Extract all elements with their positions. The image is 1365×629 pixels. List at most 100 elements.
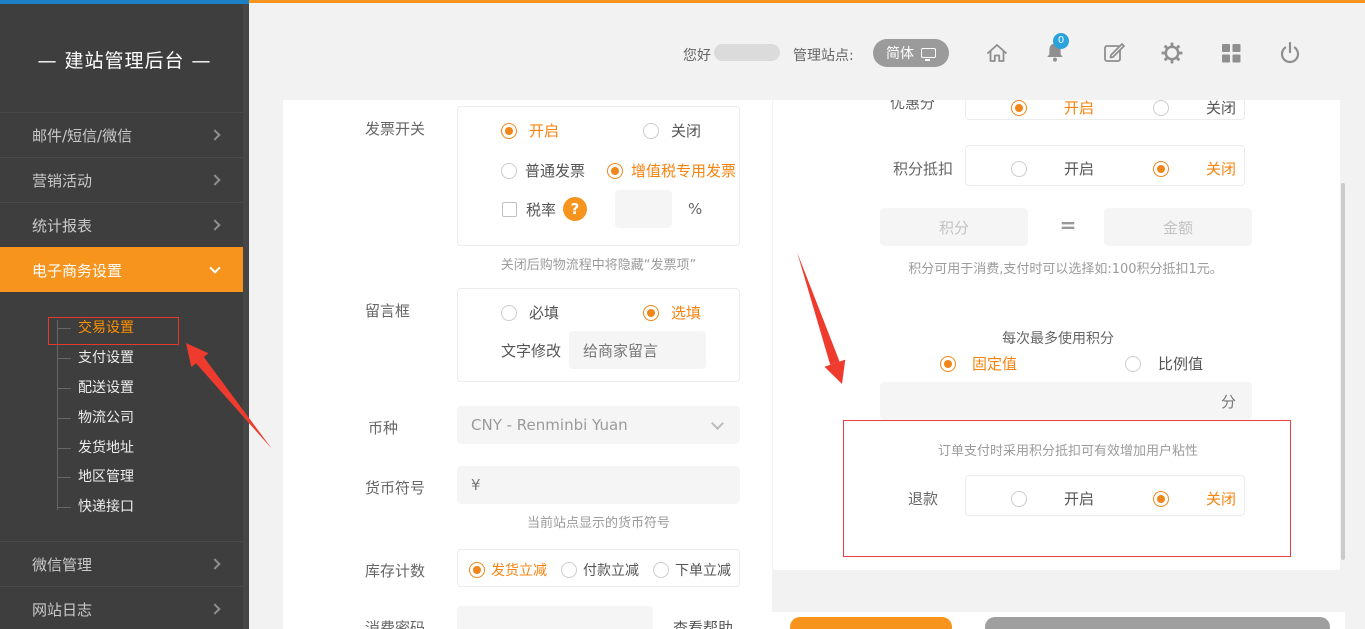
sidebar-item-label: 邮件/短信/微信	[32, 125, 132, 146]
stock-ship-radio[interactable]	[469, 562, 485, 578]
content-scrollbar[interactable]	[1341, 183, 1345, 560]
sidebar-item-mail-sms-wechat[interactable]: 邮件/短信/微信	[0, 112, 249, 157]
promo-option-group: 开启 关闭	[965, 100, 1245, 120]
refund-on-radio[interactable]	[1011, 491, 1027, 507]
username-redacted	[714, 44, 780, 61]
gear-icon[interactable]	[1159, 40, 1185, 66]
sidebar-item-site-logs[interactable]: 网站日志	[0, 586, 249, 629]
sidebar-subitem-region-management[interactable]: 地区管理	[78, 463, 134, 491]
view-help-link[interactable]: 查看帮助	[673, 617, 733, 629]
points-deduct-label: 积分抵扣	[893, 158, 953, 179]
cancel-button[interactable]	[985, 617, 1330, 629]
message-optional-radio[interactable]	[643, 305, 659, 321]
sidebar-title: — 建站管理后台 —	[0, 46, 249, 73]
tax-rate-checkbox[interactable]	[502, 202, 517, 217]
points-deduct-off-label: 关闭	[1206, 158, 1236, 179]
invoice-vat-label: 增值税专用发票	[631, 160, 736, 181]
monitor-icon	[921, 48, 936, 58]
sidebar: — 建站管理后台 — 邮件/短信/微信 营销活动 统计报表 电子商务设置 交易设…	[0, 4, 249, 629]
stock-count-label: 库存计数	[365, 560, 425, 581]
points-deduct-on-radio[interactable]	[1011, 161, 1027, 177]
refund-on-label: 开启	[1064, 488, 1094, 509]
promo-on-label: 开启	[1064, 100, 1094, 118]
chevron-down-icon	[711, 417, 724, 430]
tax-rate-input[interactable]	[615, 190, 672, 228]
chevron-right-icon	[209, 174, 220, 185]
sidebar-item-marketing[interactable]: 营销活动	[0, 157, 249, 202]
power-icon[interactable]	[1277, 40, 1303, 66]
sidebar-item-ecommerce-settings[interactable]: 电子商务设置	[0, 247, 249, 292]
sidebar-item-statistics[interactable]: 统计报表	[0, 202, 249, 247]
chevron-right-icon	[209, 558, 220, 569]
invoice-off-radio[interactable]	[643, 123, 659, 139]
ratio-value-radio[interactable]	[1125, 356, 1141, 372]
points-input[interactable]: 积分	[880, 208, 1028, 246]
sidebar-item-label: 网站日志	[32, 599, 92, 620]
points-settings-form: 优惠分 开启 关闭 积分抵扣 开启 关闭 积分 = 金额 积分可用于消费,支付时…	[773, 100, 1340, 570]
points-usage-note: 积分可用于消费,支付时可以选择如:100积分抵扣1元。	[843, 258, 1288, 277]
sidebar-menu-bottom: 微信管理 网站日志	[0, 541, 249, 629]
message-optional-label: 选填	[671, 302, 701, 323]
language-switch-button[interactable]: 简体	[873, 39, 949, 67]
stock-ship-label: 发货立减	[491, 560, 547, 580]
stock-pay-label: 付款立减	[583, 560, 639, 580]
edit-icon[interactable]	[1101, 40, 1127, 66]
language-label: 简体	[886, 43, 914, 63]
equals-sign: =	[1053, 213, 1083, 237]
chevron-down-icon	[209, 262, 220, 273]
sidebar-subitem-shipping-address[interactable]: 发货地址	[78, 434, 134, 462]
refund-label: 退款	[908, 488, 938, 509]
sidebar-subitem-logistics-company[interactable]: 物流公司	[78, 404, 134, 432]
invoice-note: 关闭后购物流程中将隐藏“发票项”	[457, 254, 740, 273]
refund-group: 开启 关闭	[965, 475, 1245, 516]
apps-grid-icon[interactable]	[1218, 40, 1244, 66]
annotation-red-box-trade-settings	[48, 317, 179, 345]
ratio-value-label: 比例值	[1158, 353, 1203, 374]
currency-label: 币种	[368, 417, 398, 438]
sidebar-item-wechat-management[interactable]: 微信管理	[0, 541, 249, 586]
stock-order-radio[interactable]	[653, 562, 669, 578]
message-required-label: 必填	[529, 302, 559, 323]
promo-label: 优惠分	[890, 100, 935, 113]
promo-off-radio[interactable]	[1153, 100, 1169, 116]
greeting-text: 您好	[683, 45, 711, 65]
text-edit-label: 文字修改	[501, 340, 561, 361]
currency-select[interactable]: CNY - Renminbi Yuan	[457, 406, 740, 444]
stock-pay-radio[interactable]	[561, 562, 577, 578]
points-unit-suffix: 分	[1221, 391, 1236, 412]
promo-on-radio[interactable]	[1011, 100, 1027, 116]
refund-off-radio[interactable]	[1153, 491, 1169, 507]
message-box-group: 必填 选填 文字修改 给商家留言	[457, 288, 740, 382]
points-deduct-off-radio[interactable]	[1153, 161, 1169, 177]
stock-option-group: 发货立减 付款立减 下单立减	[457, 549, 740, 587]
invoice-normal-radio[interactable]	[501, 163, 517, 179]
currency-symbol-label: 货币符号	[365, 477, 425, 498]
sidebar-subitem-payment-settings[interactable]: 支付设置	[78, 344, 134, 372]
help-question-icon[interactable]: ?	[563, 197, 587, 221]
max-points-heading: 每次最多使用积分	[873, 328, 1243, 348]
home-icon[interactable]	[984, 40, 1010, 66]
invoice-off-label: 关闭	[671, 120, 701, 141]
sidebar-subitem-express-interface[interactable]: 快递接口	[78, 493, 134, 521]
invoice-switch-label: 发票开关	[365, 118, 425, 139]
manage-site-label: 管理站点:	[793, 45, 854, 65]
max-points-input[interactable]: 分	[880, 382, 1252, 420]
sidebar-scrollbar[interactable]	[243, 4, 249, 629]
trade-settings-form: 发票开关 开启 关闭 普通发票 增值税专用发票 税率 ? % 关闭后	[283, 100, 772, 629]
invoice-option-group: 开启 关闭 普通发票 增值税专用发票 税率 ? %	[457, 106, 740, 246]
save-button[interactable]	[790, 617, 952, 629]
amount-input[interactable]: 金额	[1104, 208, 1252, 246]
fixed-value-radio[interactable]	[940, 356, 956, 372]
chevron-right-icon	[209, 603, 220, 614]
chevron-right-icon	[209, 219, 220, 230]
submenu-tree-line	[57, 320, 58, 510]
points-deduct-group: 开启 关闭	[965, 145, 1245, 186]
currency-value: CNY - Renminbi Yuan	[471, 416, 628, 434]
message-required-radio[interactable]	[501, 305, 517, 321]
invoice-vat-radio[interactable]	[607, 163, 623, 179]
currency-symbol-input[interactable]: ¥	[457, 466, 740, 504]
invoice-on-radio[interactable]	[501, 123, 517, 139]
message-text-input[interactable]: 给商家留言	[569, 331, 706, 369]
sidebar-subitem-delivery-settings[interactable]: 配送设置	[78, 374, 134, 402]
consume-password-input[interactable]	[457, 606, 653, 629]
